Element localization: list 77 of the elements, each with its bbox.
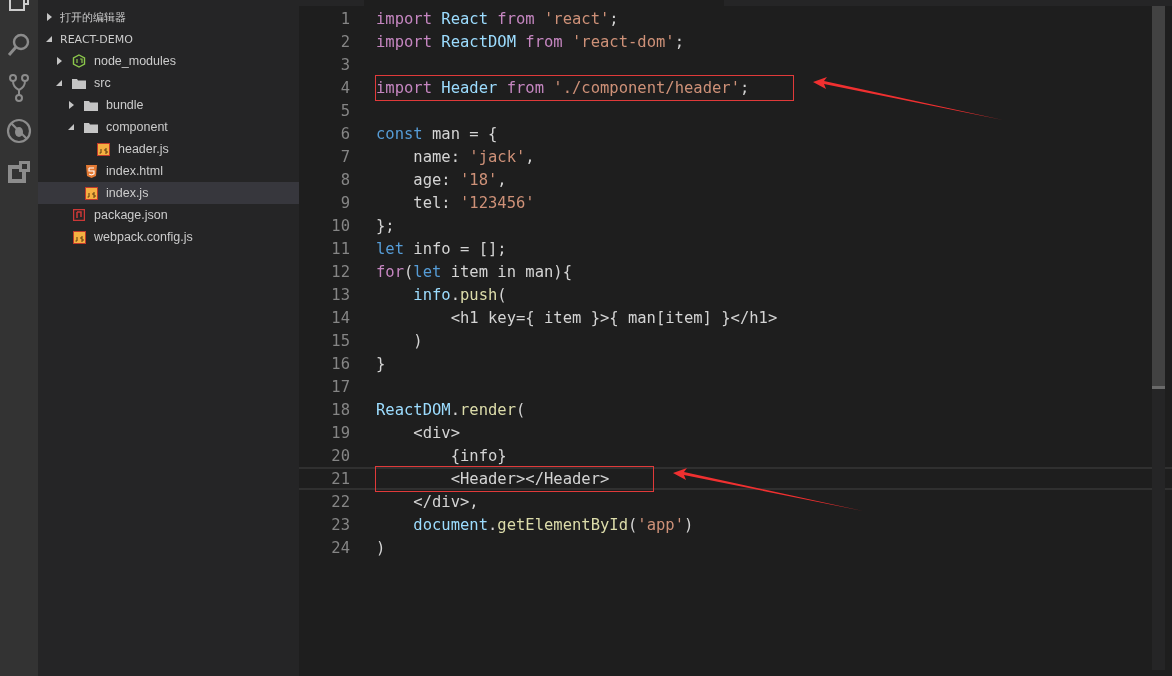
code-line: <div>	[412, 423, 460, 442]
line-number: 20	[330, 446, 350, 465]
expanded-caret-icon	[46, 36, 52, 42]
line-number: 11	[330, 239, 350, 258]
line-number: 12	[330, 262, 350, 281]
section-header[interactable]: REACT-DEMO	[38, 28, 299, 50]
code-line: )	[412, 331, 423, 350]
collapsed-caret-icon	[46, 13, 52, 21]
code-line: import React from 'react';	[376, 9, 619, 28]
code-line: import ReactDOM from 'react-dom';	[376, 32, 684, 51]
line-number: 5	[339, 101, 350, 120]
line-number: 18	[330, 400, 350, 419]
line-number: 15	[330, 331, 350, 350]
code-line: };	[376, 216, 395, 235]
package-icon	[73, 209, 85, 221]
line-number: 9	[339, 193, 350, 212]
code-line: tel: '123456'	[412, 193, 535, 212]
line-number: 10	[330, 216, 350, 235]
code-line: document.getElementById('app')	[412, 515, 694, 534]
folder-icon	[84, 121, 98, 133]
code-line: ReactDOM.render(	[376, 400, 526, 419]
tree-item[interactable]: index.html	[38, 160, 299, 182]
code-line: </div>,	[412, 492, 479, 511]
line-number: 24	[330, 538, 350, 557]
expanded-caret-icon	[68, 124, 74, 130]
code-line: name: 'jack',	[412, 147, 535, 166]
line-number: 19	[330, 423, 350, 442]
line-number: 13	[330, 285, 350, 304]
code-line: for(let item in man){	[376, 262, 572, 281]
tree-item[interactable]: component	[38, 116, 299, 138]
expanded-caret-icon	[56, 80, 62, 86]
line-number: 14	[330, 308, 350, 327]
tree-item[interactable]: package.json	[38, 204, 299, 226]
tree-item[interactable]: header.js	[38, 138, 299, 160]
code-line: {info}	[449, 446, 507, 465]
code-line: age: '18',	[412, 170, 507, 189]
collapsed-caret-icon	[56, 57, 62, 65]
line-number: 23	[330, 515, 350, 534]
folder-icon	[72, 77, 86, 89]
line-number: 2	[339, 32, 350, 51]
search-icon[interactable]	[6, 32, 32, 58]
tree-item[interactable]: bundle	[38, 94, 299, 116]
tree-item[interactable]: webpack.config.js	[38, 226, 299, 248]
js-file-icon	[96, 142, 110, 156]
line-number: 21	[330, 469, 350, 488]
line-number: 6	[339, 124, 350, 143]
line-number: 1	[339, 9, 350, 28]
scrollbar[interactable]	[1152, 6, 1165, 670]
code-line: let info = [];	[376, 239, 507, 258]
code-line: )	[376, 538, 386, 557]
code-line: <h1 key={ item }>{ man[item] }</h1>	[449, 308, 778, 327]
extensions-icon[interactable]	[7, 160, 31, 184]
files-icon[interactable]	[7, 0, 31, 14]
highlighted-code-line: import Header from './component/header';	[376, 75, 794, 100]
line-number: 22	[330, 492, 350, 511]
js-file-icon	[84, 186, 98, 200]
folder-icon	[84, 99, 98, 111]
collapsed-caret-icon	[68, 101, 74, 109]
line-number: 3	[339, 55, 350, 74]
line-number: 8	[339, 170, 350, 189]
line-number: 16	[330, 354, 350, 373]
source-control-icon[interactable]	[8, 74, 30, 102]
code-line: info.push(	[412, 285, 507, 304]
tree-item[interactable]: node_modules	[38, 50, 299, 72]
line-number: 17	[330, 377, 350, 396]
js-file-icon	[72, 230, 86, 244]
code-line: }	[376, 354, 386, 373]
html-file-icon	[85, 164, 97, 178]
section-header[interactable]: 打开的编辑器	[38, 6, 299, 28]
highlighted-code-line: <Header></Header>	[376, 466, 654, 491]
tree-item[interactable]: index.js	[38, 182, 299, 204]
line-number: 7	[339, 147, 350, 166]
hexagon-icon	[72, 54, 86, 68]
code-line: const man = {	[376, 124, 498, 143]
tree-item[interactable]: src	[38, 72, 299, 94]
line-number: 4	[339, 78, 350, 97]
debug-icon[interactable]	[6, 118, 32, 144]
